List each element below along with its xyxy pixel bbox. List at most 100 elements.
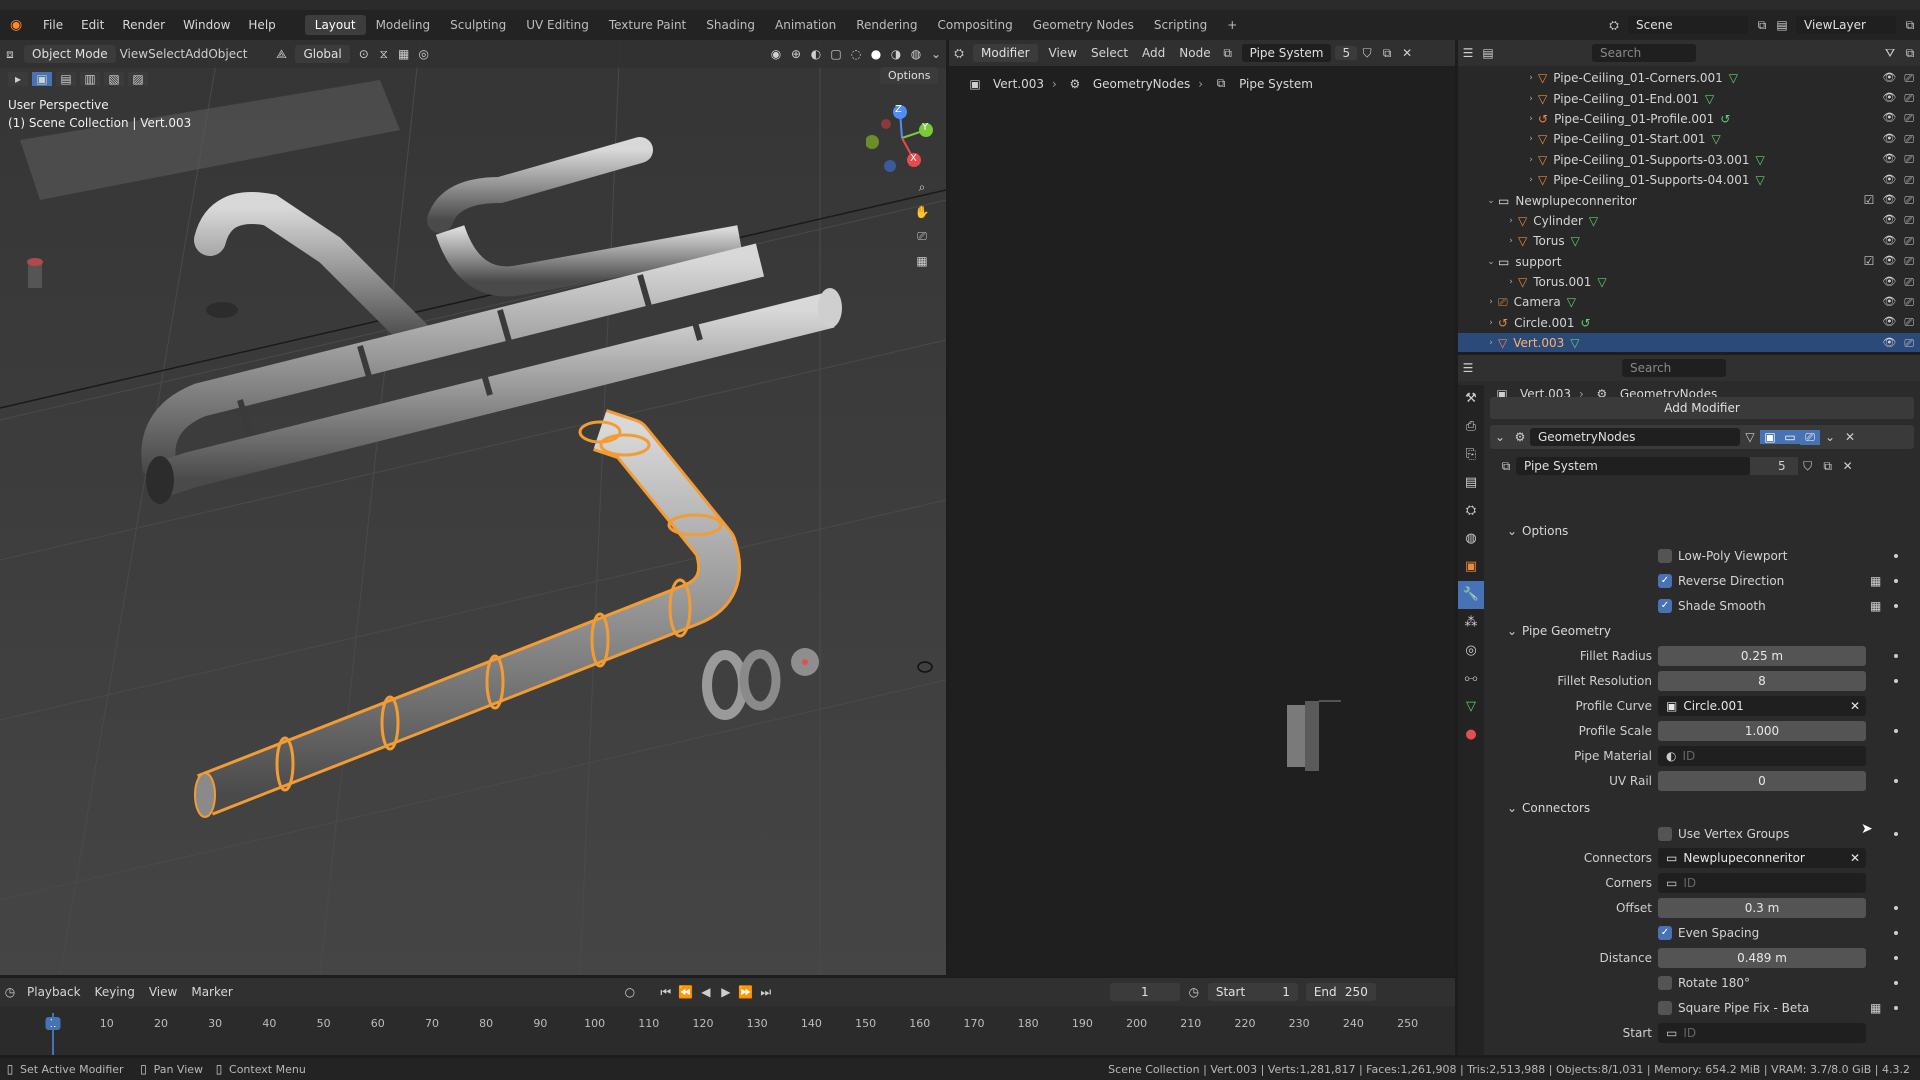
play-icon[interactable]: ▶ bbox=[716, 985, 736, 999]
node-editor-context-dropdown[interactable]: Modifier bbox=[973, 44, 1038, 62]
even-spacing-checkbox[interactable]: ✓ bbox=[1658, 926, 1672, 940]
scene-tab-icon[interactable]: ⛭ bbox=[1458, 497, 1484, 525]
render-camera-icon[interactable]: ⎚ bbox=[1904, 91, 1914, 106]
shading-solid-icon[interactable]: ● bbox=[866, 47, 886, 61]
collapse-chevron-icon[interactable]: ⌄ bbox=[1490, 430, 1510, 444]
pipe-geometry-panel-header[interactable]: ⌄ Pipe Geometry bbox=[1502, 620, 1920, 642]
expand-chevron-icon[interactable]: › bbox=[1504, 236, 1518, 246]
expand-chevron-icon[interactable]: › bbox=[1504, 277, 1518, 287]
workspace-tab-sculpting[interactable]: Sculpting bbox=[440, 15, 516, 35]
workspace-tab-compositing[interactable]: Compositing bbox=[927, 15, 1022, 35]
jump-to-keyframe-back-icon[interactable]: ⏪ bbox=[676, 985, 696, 999]
outliner-item-name[interactable]: Torus bbox=[1533, 234, 1564, 248]
render-camera-icon[interactable]: ⎚ bbox=[1904, 295, 1914, 310]
attribute-toggle-icon[interactable]: ▦ bbox=[1870, 1001, 1881, 1015]
timeline-menu-keying[interactable]: Keying bbox=[88, 985, 142, 999]
outliner-type-icon[interactable]: ☰ bbox=[1458, 46, 1478, 60]
object-data-icon[interactable]: ▽ bbox=[1597, 275, 1606, 289]
node-group-users-count[interactable]: 5 bbox=[1335, 46, 1358, 60]
workspace-tab-texture-paint[interactable]: Texture Paint bbox=[599, 15, 696, 35]
uv-rail-field[interactable]: 0 bbox=[1658, 771, 1866, 791]
render-camera-icon[interactable]: ⎚ bbox=[1904, 275, 1914, 290]
pan-hand-icon[interactable]: ✋ bbox=[912, 205, 932, 219]
profile-scale-field[interactable]: 1.000 bbox=[1658, 721, 1866, 741]
corners-field[interactable]: ▭ ID bbox=[1658, 873, 1866, 893]
select-box-invert-icon[interactable]: ▧ bbox=[104, 72, 124, 86]
cage-toggle-icon[interactable]: ▣ bbox=[1760, 430, 1780, 444]
duplicate-node-group-icon[interactable]: ⧉ bbox=[1818, 459, 1838, 474]
frame-start-field[interactable]: Start 1 bbox=[1207, 983, 1298, 1001]
object-data-icon[interactable]: ▽ bbox=[1567, 295, 1576, 309]
navigation-gizmo[interactable]: Z Y X bbox=[865, 102, 938, 174]
visibility-eye-icon[interactable]: 👁 bbox=[1882, 91, 1896, 106]
outliner-row[interactable]: › ▽ Pipe-Ceiling_01-End.001 ▽ 👁 ⎚ bbox=[1458, 88, 1920, 108]
outliner-item-name[interactable]: Torus.001 bbox=[1533, 275, 1591, 289]
outliner-row[interactable]: › ▽ Pipe-Ceiling_01-Supports-04.001 ▽ 👁 ⎚ bbox=[1458, 170, 1920, 190]
fillet-resolution-field[interactable]: 8 bbox=[1658, 671, 1866, 691]
outliner-item-name[interactable]: Newplupeconneritor bbox=[1515, 194, 1637, 208]
object-data-icon[interactable]: ▽ bbox=[1729, 71, 1738, 85]
object-mode-dropdown[interactable]: Object Mode bbox=[24, 45, 116, 63]
timeline-menu-view[interactable]: View bbox=[142, 985, 184, 999]
keyframe-dot-icon[interactable] bbox=[1894, 832, 1898, 836]
fillet-radius-field[interactable]: 0.25 m bbox=[1658, 646, 1866, 666]
workspace-tab-uv-editing[interactable]: UV Editing bbox=[516, 15, 599, 35]
outliner-row[interactable]: › ▽ Torus.001 ▽ 👁 ⎚ bbox=[1458, 272, 1920, 292]
edit-mode-toggle-icon[interactable]: ▽ bbox=[1740, 430, 1760, 444]
visibility-eye-icon[interactable]: 👁 bbox=[1882, 111, 1896, 126]
visibility-eye-icon[interactable]: 👁 bbox=[1882, 132, 1896, 147]
outliner-item-name[interactable]: Vert.003 bbox=[1513, 336, 1564, 350]
xray-toggle-icon[interactable]: ▢ bbox=[826, 47, 846, 61]
node-tree-icon[interactable]: ⧉ bbox=[1496, 459, 1516, 474]
workspace-tab-scripting[interactable]: Scripting bbox=[1144, 15, 1217, 35]
tool-tab-icon[interactable]: ⚒ bbox=[1458, 385, 1484, 413]
keyframe-dot-icon[interactable] bbox=[1894, 956, 1898, 960]
object-data-icon[interactable]: ▽ bbox=[1589, 214, 1598, 228]
modifier-name-field[interactable]: GeometryNodes bbox=[1530, 428, 1740, 446]
preview-range-clock-icon[interactable]: ◷ bbox=[1184, 985, 1204, 999]
outliner-item-name[interactable]: Cylinder bbox=[1533, 214, 1583, 228]
expand-chevron-icon[interactable]: ⌄ bbox=[1484, 257, 1498, 267]
select-box-extend-icon[interactable]: ▤ bbox=[56, 72, 76, 86]
keyframe-dot-icon[interactable] bbox=[1894, 679, 1898, 683]
jump-to-keyframe-forward-icon[interactable]: ⏩ bbox=[736, 985, 756, 999]
workspace-tab-shading[interactable]: Shading bbox=[696, 15, 765, 35]
viewport-toggle-icon[interactable]: ▭ bbox=[1780, 430, 1800, 444]
render-camera-icon[interactable]: ⎚ bbox=[1904, 336, 1914, 351]
expand-chevron-icon[interactable]: › bbox=[1504, 216, 1518, 226]
view-layer-tab-icon[interactable]: ▤ bbox=[1458, 469, 1484, 497]
node-menu-node[interactable]: Node bbox=[1172, 46, 1217, 60]
workspace-tab-geometry-nodes[interactable]: Geometry Nodes bbox=[1023, 15, 1144, 35]
use-vertex-groups-checkbox[interactable] bbox=[1658, 827, 1672, 841]
frame-end-field[interactable]: End 250 bbox=[1305, 983, 1376, 1001]
object-data-icon[interactable]: ▽ bbox=[1712, 132, 1721, 146]
object-data-icon[interactable]: ↺ bbox=[1720, 112, 1730, 126]
object-data-icon[interactable]: ▽ bbox=[1570, 336, 1579, 350]
object-data-icon[interactable]: ▽ bbox=[1755, 153, 1764, 167]
menu-window[interactable]: Window bbox=[174, 18, 239, 32]
render-tab-icon[interactable]: ⎙ bbox=[1458, 413, 1484, 441]
viewport-options-button[interactable]: Options bbox=[880, 67, 939, 84]
connectors-panel-header[interactable]: ⌄ Connectors bbox=[1502, 797, 1920, 819]
breadcrumb-node-group[interactable]: Pipe System bbox=[1239, 77, 1313, 91]
expand-chevron-icon[interactable]: › bbox=[1524, 94, 1538, 104]
properties-editor[interactable]: ☰ Search ⚒ ⎙ ⎘ ▤ ⛭ ◍ ▣ 🔧 ⁂ ◎ ⧟ ▽ ● ▣ Ver… bbox=[1458, 355, 1920, 1055]
unlink-node-group-icon[interactable]: ✕ bbox=[1838, 459, 1858, 473]
snap-icon[interactable]: ⧖ bbox=[374, 47, 394, 62]
object-data-icon[interactable]: ▽ bbox=[1571, 234, 1580, 248]
unlink-node-group-icon[interactable]: ✕ bbox=[1397, 46, 1417, 60]
pivot-point-icon[interactable]: ⊙ bbox=[354, 47, 374, 61]
viewport-menu-select[interactable]: Select bbox=[148, 47, 185, 61]
viewport-menu-view[interactable]: View bbox=[120, 47, 148, 61]
outliner-item-name[interactable]: Pipe-Ceiling_01-Supports-04.001 bbox=[1553, 173, 1749, 187]
expand-chevron-icon[interactable]: › bbox=[1524, 134, 1538, 144]
modifier-menu-chevron-icon[interactable]: ⌄ bbox=[1820, 430, 1840, 444]
low-poly-viewport-checkbox[interactable] bbox=[1658, 549, 1672, 563]
overlay-toggle-icon[interactable]: ◐ bbox=[806, 47, 826, 61]
visibility-eye-icon[interactable]: 👁 bbox=[1882, 336, 1896, 351]
shade-smooth-checkbox[interactable]: ✓ bbox=[1658, 599, 1672, 613]
pipe-material-field[interactable]: ◐ ID bbox=[1658, 746, 1866, 766]
keyframe-dot-icon[interactable] bbox=[1894, 604, 1898, 608]
auto-keying-icon[interactable]: ○ bbox=[620, 985, 640, 999]
keyframe-dot-icon[interactable] bbox=[1894, 1006, 1898, 1010]
